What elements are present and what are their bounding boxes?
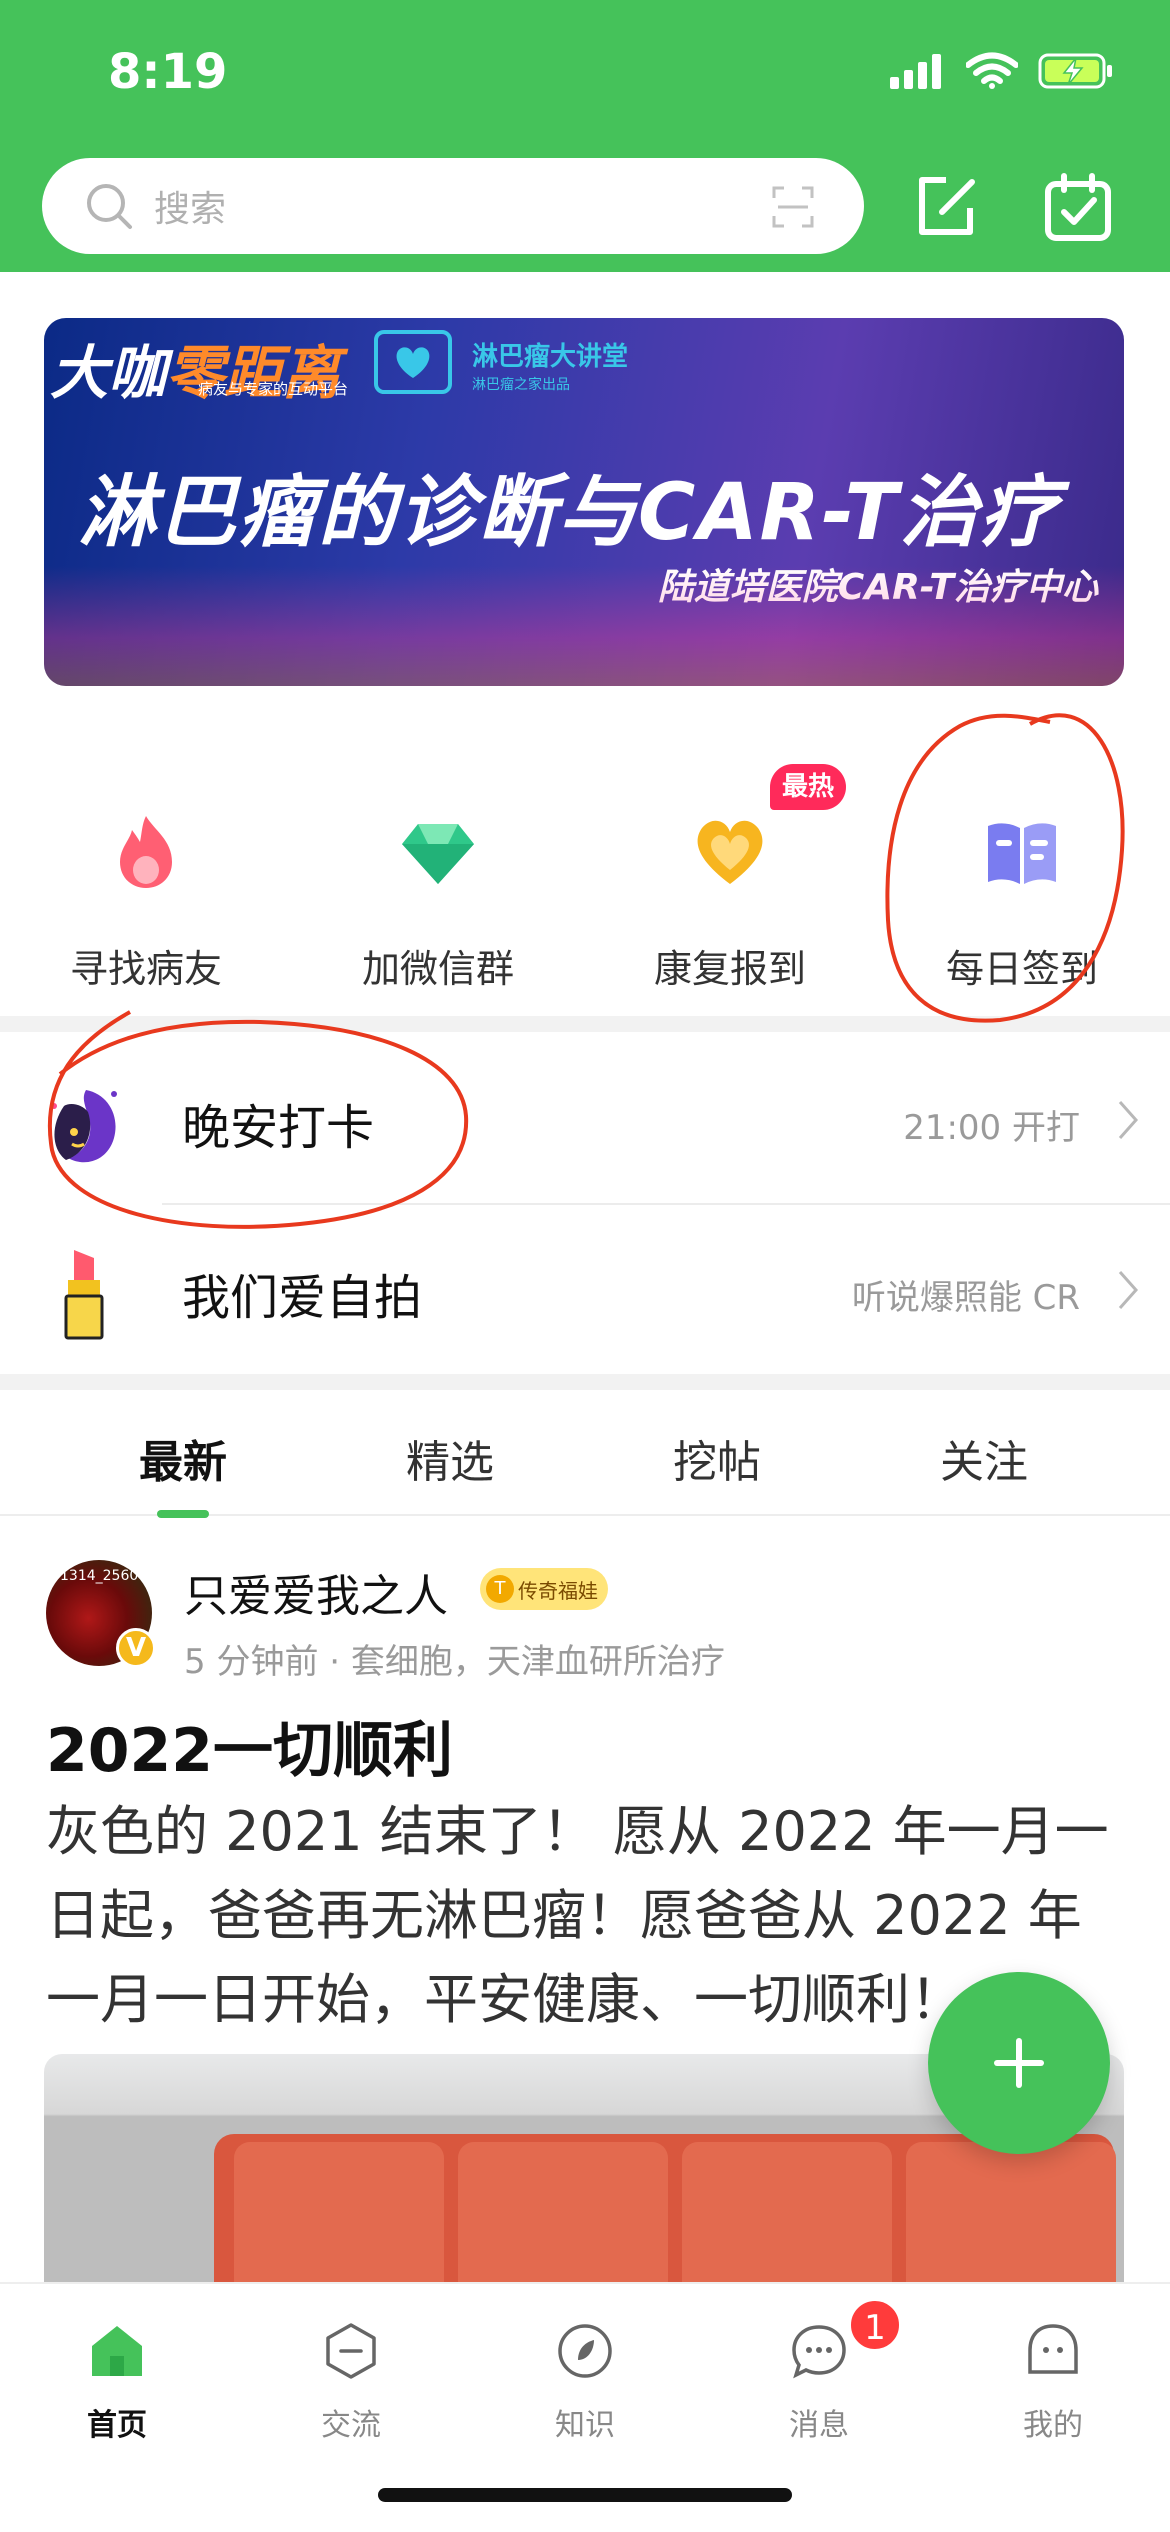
active-tab-indicator: [157, 1510, 209, 1518]
knowledge-icon: [558, 2324, 612, 2378]
avatar[interactable]: 1314_2560 V: [46, 1560, 156, 1668]
flame-icon: [120, 816, 172, 888]
lecture-logo-icon: [374, 330, 452, 394]
battery-charging-icon: [1038, 53, 1112, 89]
nav-profile[interactable]: 我的: [936, 2304, 1170, 2454]
compose-icon[interactable]: [912, 172, 982, 242]
scan-icon[interactable]: [772, 186, 814, 228]
avatar-watermark: 1314_2560: [60, 1568, 139, 1584]
sofa-image: [214, 2134, 1116, 2294]
quick-entry-label: 加微信群: [361, 947, 514, 991]
signal-icon: [890, 54, 941, 89]
quick-entry-label: 康复报到: [653, 947, 806, 991]
nav-exchange[interactable]: 交流: [234, 2304, 468, 2454]
tab-dig[interactable]: 挖帖: [582, 1426, 852, 1490]
chevron-right-icon: [1118, 1101, 1139, 1139]
row-title: 我们爱自拍: [182, 1270, 423, 1326]
row-title: 晚安打卡: [182, 1100, 375, 1156]
post-meta: 5 分钟前 · 套细胞，天津血研所治疗: [184, 1642, 725, 1682]
calendar-check-icon[interactable]: [1042, 172, 1114, 244]
status-time: 8:19: [108, 44, 228, 100]
hot-badge: 最热: [770, 764, 846, 810]
promo-banner[interactable]: 大咖零距离 病友与专家的互动平台 淋巴瘤大讲堂 淋巴瘤之家出品 淋巴瘤的诊断与C…: [44, 318, 1124, 686]
nav-label: 首页: [87, 2408, 147, 2443]
row-divider: [162, 1203, 1170, 1205]
post-title: 2022一切顺利: [46, 1716, 453, 1786]
list-row-goodnight-checkin[interactable]: 晚安打卡 21:00 开打: [0, 1036, 1170, 1204]
home-icon: [92, 2326, 142, 2376]
tab-latest[interactable]: 最新: [48, 1426, 318, 1490]
row-subtitle: 听说爆照能 CR: [851, 1278, 1080, 1318]
message-count-badge: 1: [848, 2298, 902, 2352]
eggplant-moon-icon: [51, 1090, 117, 1163]
banner-lecture-name: 淋巴瘤大讲堂: [472, 342, 629, 372]
user-title-badge-label: 传奇福娃: [518, 1578, 598, 1603]
banner-lecture-sub: 淋巴瘤之家出品: [472, 377, 570, 393]
banner-brand-sub: 病友与专家的互动平台: [198, 380, 349, 398]
shirt-icon: T: [486, 1575, 514, 1603]
chat-circle-icon: [326, 2323, 376, 2379]
profile-icon: [1028, 2324, 1078, 2374]
verified-icon: V: [116, 1628, 156, 1668]
heart-icon: [697, 820, 763, 884]
status-icons: [890, 52, 1114, 90]
row-subtitle: 21:00 开打: [903, 1108, 1080, 1148]
wifi-icon: [966, 52, 1018, 89]
nav-label: 交流: [321, 2408, 381, 2443]
nav-label: 消息: [789, 2408, 849, 2443]
section-divider: [0, 1016, 1170, 1032]
book-icon: [988, 823, 1056, 884]
home-indicator: [378, 2488, 792, 2502]
lipstick-icon: [64, 1250, 104, 1340]
nav-label: 知识: [555, 2408, 615, 2443]
quick-entry-label: 寻找病友: [69, 947, 222, 991]
banner-subtitle: 陆道培医院CAR-T治疗中心: [657, 567, 1098, 608]
message-icon: [792, 2325, 846, 2379]
user-title-badge: T 传奇福娃: [480, 1568, 608, 1610]
quick-entry-label: 每日签到: [945, 947, 1098, 991]
nav-home[interactable]: 首页: [0, 2304, 234, 2454]
top-header: 8:19 搜索: [0, 0, 1170, 272]
chevron-right-icon: [1118, 1271, 1139, 1309]
list-row-selfie[interactable]: 我们爱自拍 听说爆照能 CR: [0, 1206, 1170, 1374]
tab-following[interactable]: 关注: [849, 1426, 1119, 1490]
nav-label: 我的: [1023, 2408, 1083, 2443]
post-username[interactable]: 只爱爱我之人: [184, 1560, 448, 1624]
feed-tabs: 最新 精选 挖帖 关注: [0, 1388, 1170, 1518]
quick-entries: 寻找病友 加微信群 康复报到 最热 每日签到: [0, 740, 1170, 1000]
tab-featured[interactable]: 精选: [315, 1426, 585, 1490]
banner-title: 淋巴瘤的诊断与CAR-T治疗: [78, 468, 1060, 558]
search-icon: [87, 184, 132, 229]
create-post-button[interactable]: [928, 1972, 1110, 2154]
feed-post[interactable]: 1314_2560 V 只爱爱我之人 T 传奇福娃 5 分钟前 · 套细胞，天津…: [0, 1520, 1170, 2294]
nav-knowledge[interactable]: 知识: [468, 2304, 702, 2454]
search-bar[interactable]: 搜索: [42, 158, 864, 254]
app-screen: 8:19 搜索 大咖零距离 病友与专家的互动平台 淋巴瘤大讲堂 淋巴瘤之家出品 …: [0, 0, 1170, 2532]
search-placeholder: 搜索: [154, 189, 227, 230]
diamond-icon: [402, 824, 474, 884]
